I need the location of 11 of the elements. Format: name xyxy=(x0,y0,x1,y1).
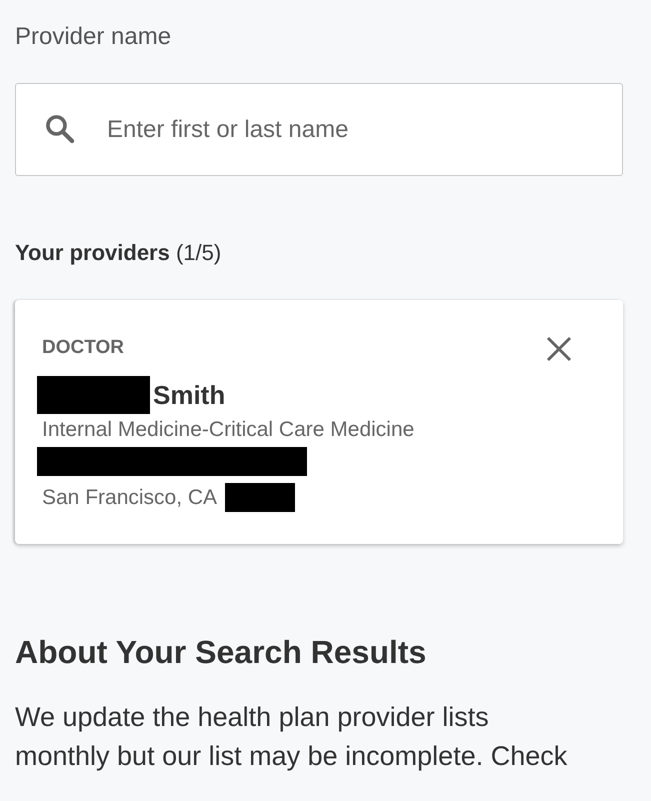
section-heading: About Your Search Results xyxy=(15,633,428,672)
redacted-block xyxy=(225,483,296,512)
search-field[interactable]: Enter first or last name xyxy=(15,83,623,176)
provider-type: DOCTOR xyxy=(42,336,125,360)
field-label: Provider name xyxy=(15,22,172,52)
provider-specialty: Internal Medicine-Critical Care Medicine xyxy=(42,417,416,443)
provider-name: Smith xyxy=(153,379,226,411)
search-icon xyxy=(43,112,77,146)
section-heading: Your providers (1/5) xyxy=(15,239,222,267)
provider-location: San Francisco, CA xyxy=(42,485,218,511)
paragraph: We update the health plan provider lists monthly but our list may be incomplete. Check xyxy=(15,701,568,773)
